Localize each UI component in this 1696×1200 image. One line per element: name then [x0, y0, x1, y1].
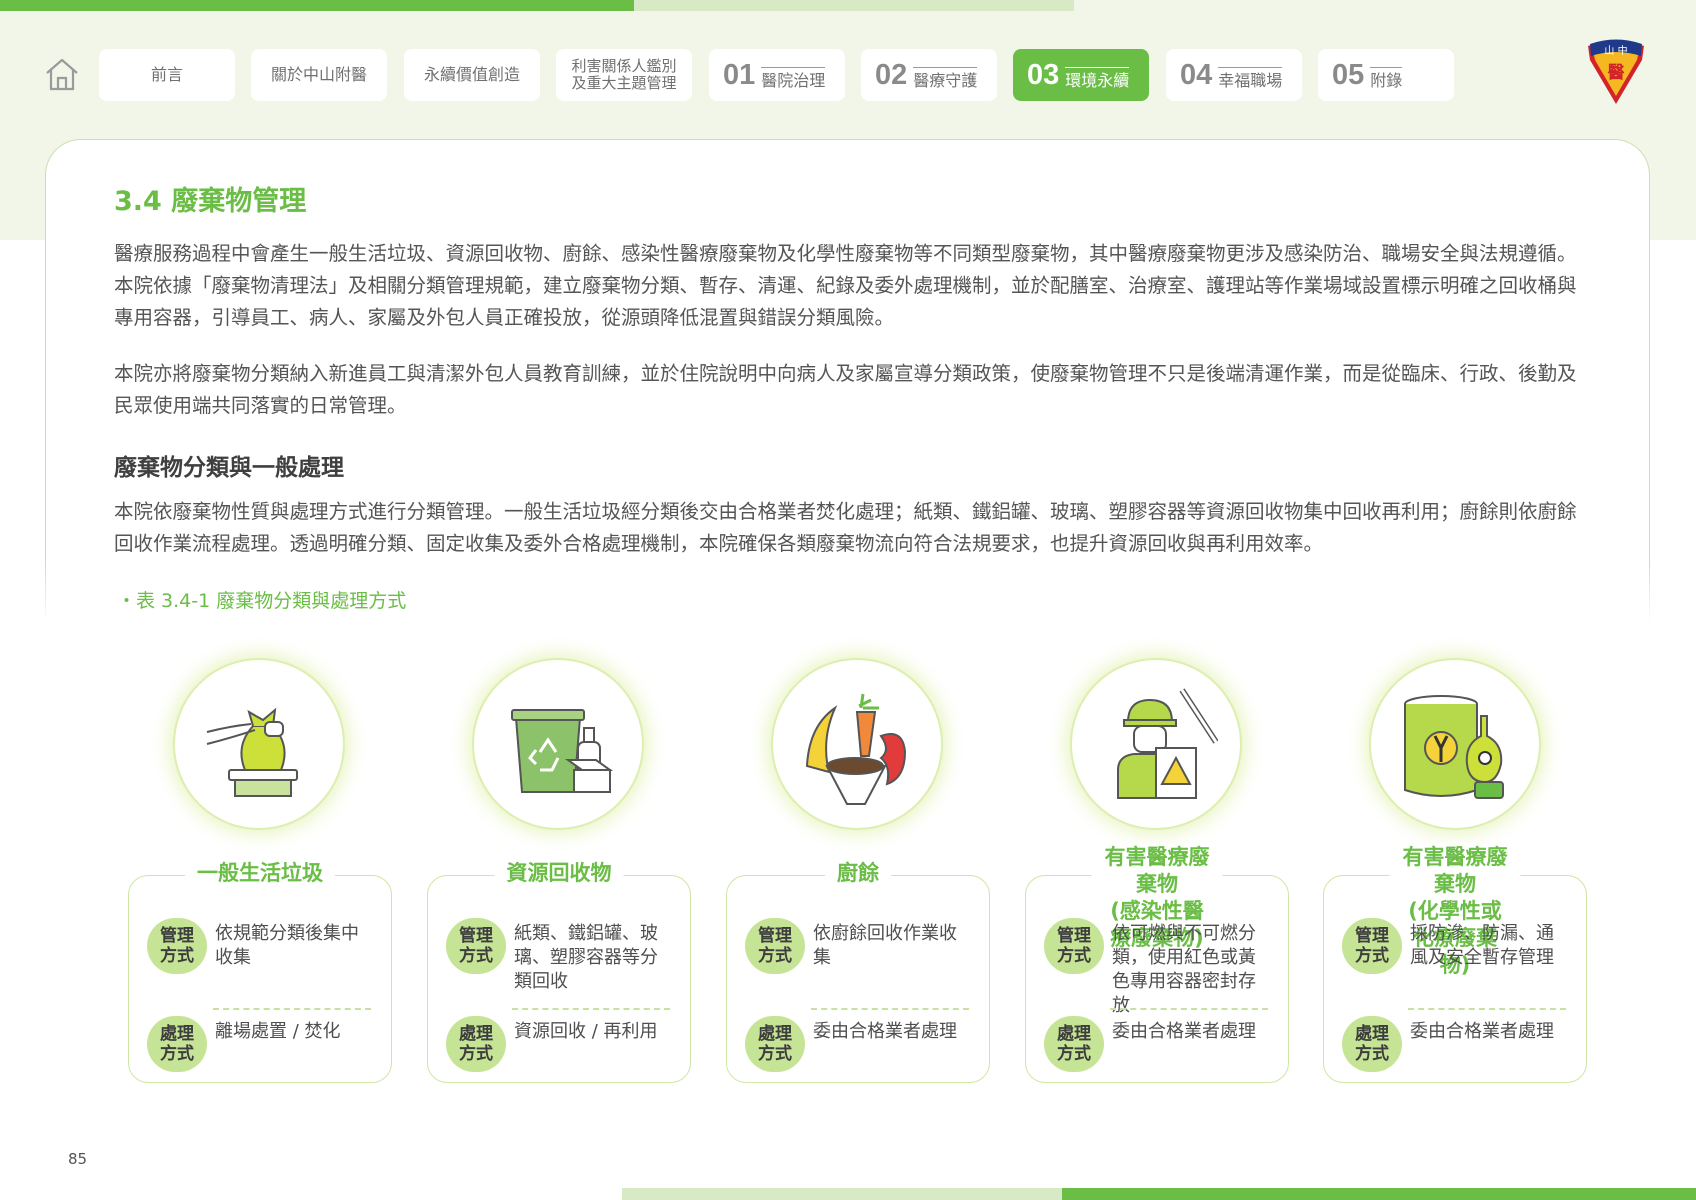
processing-label: 處理方式	[1044, 1016, 1104, 1072]
management-text: 依廚餘回收作業收集	[813, 923, 957, 968]
management-row: 管理方式 依規範分類後集中收集	[147, 918, 373, 974]
management-label: 管理方式	[1342, 918, 1402, 974]
management-label: 管理方式	[147, 918, 207, 974]
chemical-waste-circle	[1369, 658, 1541, 830]
food-waste-icon	[805, 693, 907, 805]
tab-chapter-03[interactable]: 03 環境永續	[1013, 49, 1149, 101]
management-row: 管理方式 紙類、鐵鋁罐、玻璃、塑膠容器等分類回收	[446, 918, 672, 994]
recyclables-circle	[472, 658, 644, 830]
bottom-accent-bar	[1062, 1188, 1696, 1200]
processing-text: 委由合格業者處理	[1410, 1021, 1554, 1042]
bottom-accent-bar-light	[622, 1188, 1062, 1200]
tab-number: 05	[1332, 59, 1365, 91]
divider	[811, 1008, 969, 1010]
tab-number: 01	[723, 59, 756, 91]
tab-number: 02	[875, 59, 908, 91]
svg-text:醫: 醫	[1608, 63, 1625, 83]
subsection-title: 廢棄物分類與一般處理	[114, 455, 344, 481]
card-title: 一般生活垃圾	[185, 860, 335, 887]
processing-text: 委由合格業者處理	[1112, 1021, 1256, 1042]
card-infectious-waste: 有害醫療廢棄物 (感染性醫療廢棄物) 管理方式 依可燃與不可燃分類，使用紅色或黃…	[1025, 844, 1289, 1083]
tab-sustainable-value[interactable]: 永續價值創造	[404, 49, 540, 101]
chemical-waste-icon	[1404, 695, 1504, 799]
divider	[1110, 1008, 1268, 1010]
tab-chapter-02[interactable]: 02 醫療守護	[861, 49, 997, 101]
card-general-waste: 一般生活垃圾 管理方式 依規範分類後集中收集 處理方式 離場處置 / 焚化	[128, 860, 392, 1083]
intro-paragraph: 醫療服務過程中會產生一般生活垃圾、資源回收物、廚餘、感染性醫療廢棄物及化學性廢棄…	[114, 242, 1577, 329]
tab-stakeholders[interactable]: 利害關係人鑑別 及重大主題管理	[556, 49, 692, 101]
tab-label: 永續價值創造	[423, 65, 520, 84]
section-title: 3.4 廢棄物管理	[114, 186, 307, 217]
top-accent-bar	[0, 0, 634, 11]
processing-row: 處理方式 委由合格業者處理	[1342, 1016, 1568, 1072]
garbage-bag-icon	[206, 707, 298, 797]
management-text: 紙類、鐵鋁罐、玻璃、塑膠容器等分類回收	[514, 923, 658, 992]
infectious-waste-circle	[1070, 658, 1242, 830]
processing-text: 委由合格業者處理	[813, 1021, 957, 1042]
management-row: 管理方式 依廚餘回收作業收集	[745, 918, 971, 974]
tab-number: 03	[1027, 59, 1060, 91]
processing-label: 處理方式	[745, 1016, 805, 1072]
page-number: 85	[68, 1150, 88, 1168]
tab-label: 醫院治理	[761, 66, 826, 90]
tab-label: 附錄	[1370, 66, 1403, 90]
home-icon[interactable]	[44, 56, 80, 92]
tab-chapter-01[interactable]: 01 醫院治理	[709, 49, 845, 101]
management-label: 管理方式	[1044, 918, 1104, 974]
tab-label: 利害關係人鑑別 及重大主題管理	[571, 57, 677, 92]
management-text: 依規範分類後集中收集	[215, 923, 359, 968]
medical-waste-worker-icon	[1117, 688, 1218, 799]
classification-paragraph: 本院依廢棄物性質與處理方式進行分類管理。一般生活垃圾經分類後交由合格業者焚化處理…	[114, 500, 1577, 555]
processing-row: 處理方式 委由合格業者處理	[745, 1016, 971, 1072]
tab-label: 幸福職場	[1218, 66, 1283, 90]
divider	[213, 1008, 371, 1010]
tab-preface[interactable]: 前言	[99, 49, 235, 101]
tab-label: 關於中山附醫	[270, 65, 367, 84]
processing-row: 處理方式 離場處置 / 焚化	[147, 1016, 373, 1072]
tab-label: 前言	[150, 65, 183, 84]
processing-row: 處理方式 資源回收 / 再利用	[446, 1016, 672, 1072]
tab-number: 04	[1180, 59, 1213, 91]
table-caption: ・表 3.4-1 廢棄物分類與處理方式	[117, 590, 407, 612]
management-label: 管理方式	[745, 918, 805, 974]
general-waste-circle	[173, 658, 345, 830]
divider	[512, 1008, 670, 1010]
management-label: 管理方式	[446, 918, 506, 974]
card-chemical-waste: 有害醫療廢棄物 (化學性或化療廢棄物) 管理方式 採防滲、防漏、通風及安全暫存管…	[1323, 844, 1587, 1083]
card-title: 資源回收物	[494, 860, 624, 887]
hospital-logo: 山 中 醫	[1588, 39, 1644, 104]
food-waste-circle	[771, 658, 943, 830]
tab-about[interactable]: 關於中山附醫	[251, 49, 387, 101]
tab-chapter-05[interactable]: 05 附錄	[1318, 49, 1454, 101]
card-recyclables: 資源回收物 管理方式 紙類、鐵鋁罐、玻璃、塑膠容器等分類回收 處理方式 資源回收…	[427, 860, 691, 1083]
card-title: 廚餘	[825, 860, 891, 887]
management-row: 管理方式 依可燃與不可燃分類，使用紅色或黃色專用容器密封存放	[1044, 918, 1270, 1018]
top-accent-bar-light	[634, 0, 1074, 11]
recycling-bin-icon	[511, 709, 614, 793]
management-text: 依可燃與不可燃分類，使用紅色或黃色專用容器密封存放	[1112, 923, 1256, 1016]
tab-chapter-04[interactable]: 04 幸福職場	[1166, 49, 1302, 101]
divider	[1408, 1008, 1566, 1010]
card-food-waste: 廚餘 管理方式 依廚餘回收作業收集 處理方式 委由合格業者處理	[726, 860, 990, 1083]
tab-label: 醫療守護	[913, 66, 978, 90]
processing-text: 離場處置 / 焚化	[215, 1021, 341, 1042]
training-paragraph: 本院亦將廢棄物分類納入新進員工與清潔外包人員教育訓練，並於住院說明中向病人及家屬…	[114, 362, 1577, 417]
processing-label: 處理方式	[1342, 1016, 1402, 1072]
management-text: 採防滲、防漏、通風及安全暫存管理	[1410, 923, 1554, 968]
management-row: 管理方式 採防滲、防漏、通風及安全暫存管理	[1342, 918, 1568, 974]
svg-text:山 中: 山 中	[1604, 44, 1627, 57]
processing-label: 處理方式	[446, 1016, 506, 1072]
tab-label: 環境永續	[1065, 66, 1130, 90]
processing-label: 處理方式	[147, 1016, 207, 1072]
processing-row: 處理方式 委由合格業者處理	[1044, 1016, 1270, 1072]
processing-text: 資源回收 / 再利用	[514, 1021, 658, 1042]
